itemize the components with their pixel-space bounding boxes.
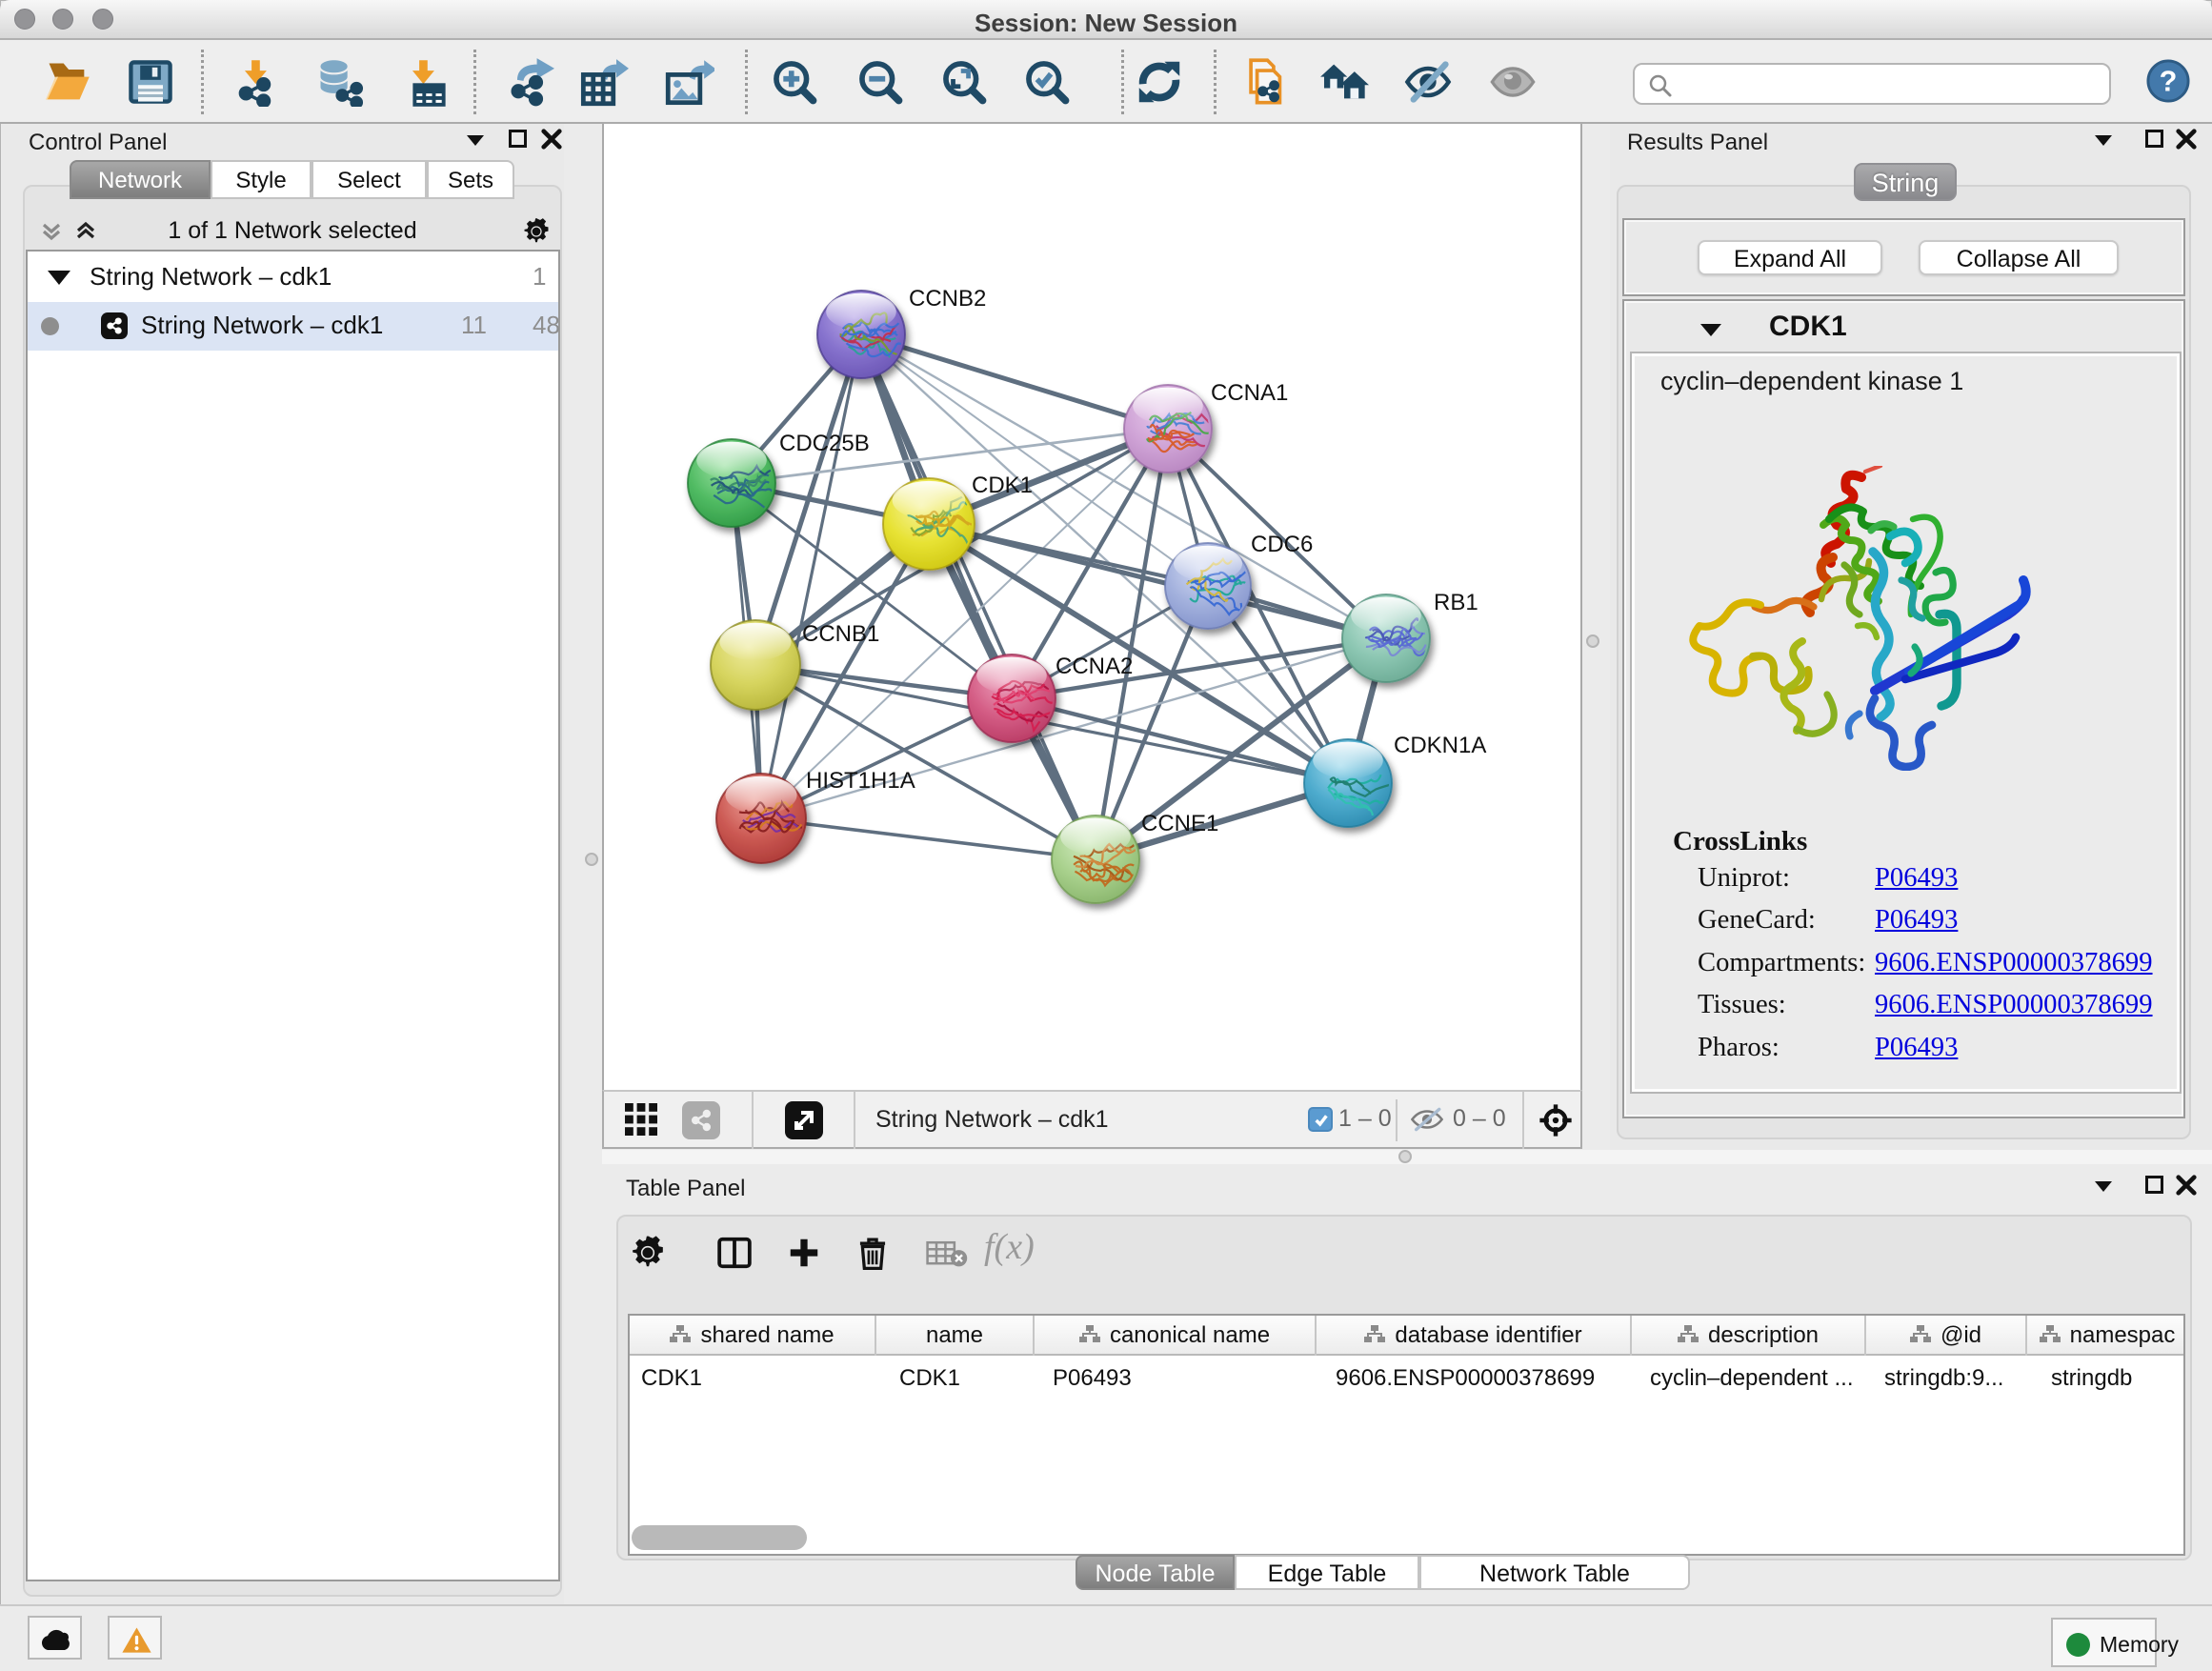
svg-text:CDC6: CDC6 — [1251, 532, 1313, 557]
svg-text:?: ? — [2160, 66, 2178, 98]
svg-text:CCNA1: CCNA1 — [1211, 380, 1288, 406]
svg-text:CCNE1: CCNE1 — [1141, 811, 1218, 836]
svg-text:RB1: RB1 — [1434, 590, 1478, 615]
svg-text:CDC25B: CDC25B — [779, 431, 870, 456]
svg-text:HIST1H1A: HIST1H1A — [806, 768, 915, 794]
svg-text:CDK1: CDK1 — [972, 473, 1033, 498]
svg-text:CCNB2: CCNB2 — [909, 286, 986, 312]
svg-text:CCNA2: CCNA2 — [1056, 654, 1133, 679]
svg-text:CCNB1: CCNB1 — [802, 621, 879, 647]
svg-text:CDKN1A: CDKN1A — [1394, 733, 1486, 758]
